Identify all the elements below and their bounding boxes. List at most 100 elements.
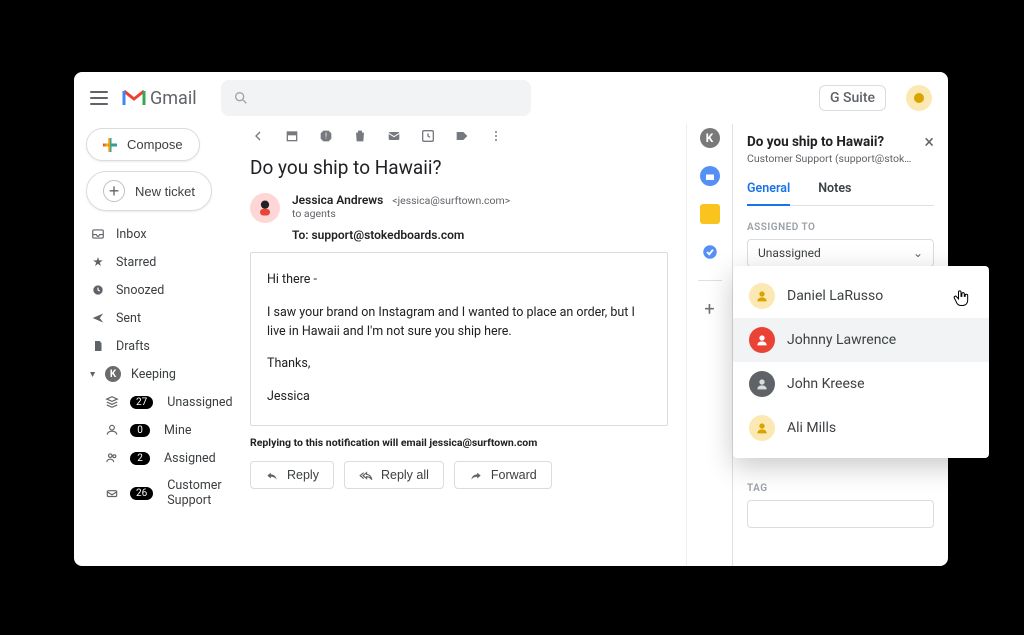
body-greeting: Hi there - [267,271,651,290]
search-icon [233,90,249,106]
to-line: To: support@stokedboards.com [292,228,510,242]
reply-button[interactable]: Reply [250,461,334,489]
keeping-icon: K [105,366,121,382]
body-thanks: Thanks, [267,355,651,374]
sidebar-item-assigned[interactable]: 2 Assigned [86,445,242,471]
star-icon: ★ [90,254,106,270]
tab-general[interactable]: General [747,181,790,206]
message-header: Jessica Andrews <jessica@surftown.com> t… [250,193,668,252]
option-label: John Kreese [787,376,865,392]
cursor-icon [951,288,971,308]
sidebar-item-customer-support[interactable]: 26 Customer Support [86,473,242,513]
panel-title: Do you ship to Hawaii? [747,134,911,150]
count-badge: 27 [130,396,153,409]
nav-label: Customer Support [167,478,238,508]
keeping-rail-icon[interactable]: K [700,128,720,148]
to-label: To: [292,228,309,242]
assignee-option[interactable]: Ali Mills [733,406,989,450]
side-rail: K + [686,124,732,566]
sidebar-item-sent[interactable]: Sent [86,305,242,331]
sidebar-item-unassigned[interactable]: 27 Unassigned [86,389,242,415]
forward-button[interactable]: Forward [454,461,552,489]
email-subject: Do you ship to Hawaii? [250,156,668,179]
tasks-icon[interactable] [700,242,720,262]
sidebar-item-keeping[interactable]: ▸ K Keeping [86,361,242,387]
back-icon[interactable] [250,128,266,144]
sidebar-item-inbox[interactable]: Inbox [86,221,242,247]
gsuite-badge[interactable]: G Suite [819,85,886,111]
gmail-m-icon [122,89,146,107]
sender-avatar [250,193,280,223]
sidebar-item-drafts[interactable]: Drafts [86,333,242,359]
panel-subtitle: Customer Support (support@stok… [747,152,911,165]
avatar-icon [749,327,775,353]
ticket-panel: Do you ship to Hawaii? Customer Support … [732,124,948,566]
assigned-value: Unassigned [758,246,821,260]
people-icon [104,450,120,466]
conversation-view: ! Do you ship to Hawaii? Jessica Andrews… [250,124,686,566]
mailbox-icon [104,485,120,501]
forward-icon [469,468,483,482]
nav-label: Snoozed [116,283,238,298]
nav-label: Keeping [131,367,238,382]
caret-icon: ▸ [87,371,98,376]
compose-button[interactable]: Compose [86,128,200,161]
inbox-icon [90,226,106,242]
more-icon[interactable] [488,128,504,144]
to-value: support@stokedboards.com [312,228,465,242]
label-icon[interactable] [454,128,470,144]
gmail-logo[interactable]: Gmail [122,88,197,109]
nav-label: Drafts [116,339,238,354]
app-header: Gmail G Suite [74,72,948,124]
chevron-down-icon: ⌄ [913,246,923,260]
assigned-dropdown[interactable]: Unassigned ⌄ [747,239,934,267]
count-badge: 0 [130,424,150,437]
spam-icon[interactable]: ! [318,128,334,144]
tag-input[interactable] [747,500,934,528]
account-avatar[interactable] [906,85,932,111]
gmail-label: Gmail [150,88,197,109]
nav-label: Inbox [116,227,238,242]
plus-icon [103,138,117,152]
sidebar-item-snoozed[interactable]: Snoozed [86,277,242,303]
send-icon [90,310,106,326]
menu-icon[interactable] [90,91,108,105]
add-addon-icon[interactable]: + [700,299,720,319]
to-agents: to agents [292,207,510,220]
clock-icon [90,282,106,298]
nav-label: Mine [164,423,238,438]
sidebar: Compose + New ticket Inbox ★ Starred Sno… [74,124,250,566]
avatar-icon [749,371,775,397]
sender-name: Jessica Andrews [292,193,383,207]
reply-icon [265,468,279,482]
tab-notes[interactable]: Notes [818,181,851,205]
nav-label: Assigned [164,451,238,466]
trash-icon[interactable] [352,128,368,144]
sender-email: <jessica@surftown.com> [392,194,510,207]
reply-actions: Reply Reply all Forward [250,461,668,489]
calendar-icon[interactable] [700,166,720,186]
option-label: Ali Mills [787,420,836,436]
archive-icon[interactable] [284,128,300,144]
mark-unread-icon[interactable] [386,128,402,144]
sidebar-item-starred[interactable]: ★ Starred [86,249,242,275]
keep-icon[interactable] [700,204,720,224]
new-ticket-button[interactable]: + New ticket [86,171,212,211]
app-window: Gmail G Suite Compose + New ticket Inbox… [74,72,948,566]
sidebar-item-mine[interactable]: 0 Mine [86,417,242,443]
assignee-option[interactable]: John Kreese [733,362,989,406]
body-main: I saw your brand on Instagram and I want… [267,304,651,342]
nav-label: Sent [116,311,238,326]
search-input[interactable] [221,80,531,116]
plus-circle-icon: + [103,180,125,202]
message-body: Hi there - I saw your brand on Instagram… [250,252,668,426]
stack-icon [104,394,120,410]
assigned-label: ASSIGNED TO [747,222,934,233]
close-icon[interactable]: × [924,134,934,152]
assignee-option[interactable]: Johnny Lawrence [733,318,989,362]
person-icon [104,422,120,438]
snooze-icon[interactable] [420,128,436,144]
compose-label: Compose [127,137,183,152]
mail-toolbar: ! [250,124,668,154]
reply-all-button[interactable]: Reply all [344,461,444,489]
